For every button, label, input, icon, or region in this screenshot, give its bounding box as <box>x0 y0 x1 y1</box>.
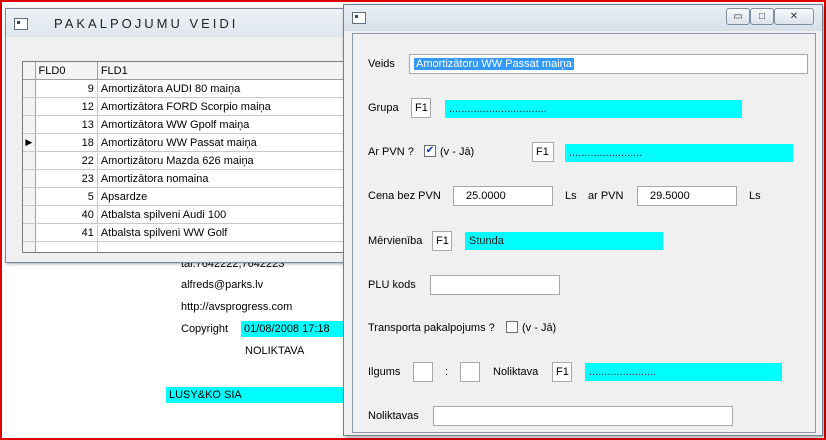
cell-name[interactable]: Apsardze <box>97 187 357 206</box>
row-indicator <box>23 115 36 134</box>
ar-pvn-lookup[interactable]: ........................ <box>565 144 793 162</box>
cell-name[interactable]: Amortizātoru Mazda 626 maiņa <box>97 151 357 170</box>
plu-label: PLU kods <box>368 279 416 291</box>
table-row[interactable]: 41 Atbalsta spilveni WW Golf <box>23 223 357 242</box>
minimize-button[interactable]: ▭ <box>726 8 750 25</box>
table-row[interactable]: 9 Amortizātora AUDI 80 maiņa <box>23 79 357 98</box>
veids-value: Amortizātoru WW Passat maiņa <box>414 58 574 70</box>
cell-id[interactable]: 22 <box>35 151 98 170</box>
ar-pvn-checkbox[interactable]: ✔ <box>424 145 436 157</box>
copyright-date: 01/08/2008 17:18 <box>241 321 346 337</box>
noliktavas-input[interactable] <box>433 406 733 426</box>
copyright-label: Copyright <box>181 323 229 335</box>
currency-label-2: Ls <box>749 190 761 202</box>
cell-id[interactable]: 5 <box>35 187 98 206</box>
cell-id[interactable]: 13 <box>35 115 98 134</box>
warehouse-text: NOLIKTAVA <box>245 345 305 357</box>
service-edit-window: ▭ □ ✕ Veids Amortizātoru WW Passat maiņa… <box>343 4 823 436</box>
grupa-label: Grupa <box>368 102 399 114</box>
table-row[interactable]: 40 Atbalsta spilveni Audi 100 <box>23 205 357 224</box>
row-indicator <box>23 223 36 242</box>
cell-name[interactable]: Amortizātora nomaina <box>97 169 357 188</box>
ilgums-hours-input[interactable] <box>413 362 433 382</box>
noliktava-key-field[interactable]: F1 <box>552 362 572 382</box>
services-grid[interactable]: FLD0 FLD1 9 Amortizātora AUDI 80 maiņa 12… <box>22 61 358 253</box>
grupa-key-field[interactable]: F1 <box>411 98 431 118</box>
ilgums-separator: : <box>445 366 449 378</box>
transport-checkbox[interactable] <box>506 321 518 333</box>
grid-indicator-header <box>23 62 36 80</box>
url-text: http://avsprogress.com <box>181 301 293 313</box>
cell-name[interactable]: Amortizātora WW Gpolf maiņa <box>97 115 357 134</box>
cell-id[interactable]: 23 <box>35 169 98 188</box>
current-row-arrow-icon: ▶ <box>23 133 36 152</box>
noliktava-lookup[interactable]: ...................... <box>585 363 782 381</box>
ar-pvn-price-label: ar PVN <box>588 190 624 202</box>
company-field: LUSY&KO SIA <box>166 387 343 403</box>
table-row-current[interactable]: ▶ 18 Amortizātoru WW Passat maiņa <box>23 133 357 152</box>
cell-id[interactable]: 18 <box>35 133 98 152</box>
email-text: alfreds@parks.lv <box>181 279 264 291</box>
grupa-lookup[interactable]: ................................ <box>445 100 742 118</box>
mervieniba-label: Mērvienība <box>368 235 423 247</box>
column-header-fld1[interactable]: FLD1 <box>97 62 357 80</box>
row-indicator <box>23 205 36 224</box>
row-indicator <box>23 79 36 98</box>
window-title: PAKALPOJUMU VEIDI <box>54 16 239 31</box>
services-list-window: PAKALPOJUMU VEIDI FLD0 FLD1 9 Amortizātor… <box>5 8 358 263</box>
cell-id[interactable]: 12 <box>35 97 98 116</box>
cell-name[interactable]: Amortizātora FORD Scorpio maiņa <box>97 97 357 116</box>
mervieniba-lookup[interactable]: Stunda <box>465 232 663 250</box>
row-indicator <box>23 169 36 188</box>
window-icon[interactable] <box>14 18 28 30</box>
window-icon[interactable] <box>352 12 366 24</box>
row-indicator <box>23 97 36 116</box>
cell-name[interactable]: Atbalsta spilveni Audi 100 <box>97 205 357 224</box>
table-row[interactable]: 23 Amortizātora nomaina <box>23 169 357 188</box>
plu-input[interactable] <box>430 275 560 295</box>
table-row[interactable]: 13 Amortizātora WW Gpolf maiņa <box>23 115 357 134</box>
cell-id[interactable]: 40 <box>35 205 98 224</box>
table-row[interactable]: 5 Apsardze <box>23 187 357 206</box>
column-header-fld0[interactable]: FLD0 <box>35 62 98 80</box>
cell-name[interactable]: Amortizātora AUDI 80 maiņa <box>97 79 357 98</box>
cell-id[interactable]: 9 <box>35 79 98 98</box>
veids-label: Veids <box>368 58 395 70</box>
ar-pvn-price-input[interactable]: 29.5000 <box>637 186 737 206</box>
ilgums-minutes-input[interactable] <box>460 362 480 382</box>
transport-hint: (v - Jā) <box>522 322 557 334</box>
ar-pvn-label: Ar PVN ? <box>368 146 414 158</box>
cell-id[interactable]: 41 <box>35 223 98 242</box>
table-row[interactable]: 22 Amortizātoru Mazda 626 maiņa <box>23 151 357 170</box>
title-bar: ▭ □ ✕ <box>344 5 822 31</box>
cena-bez-pvn-input[interactable]: 25.0000 <box>453 186 553 206</box>
ar-pvn-key-field[interactable]: F1 <box>532 142 554 162</box>
table-row[interactable]: 12 Amortizātora FORD Scorpio maiņa <box>23 97 357 116</box>
cell-name[interactable]: Atbalsta spilveni WW Golf <box>97 223 357 242</box>
noliktavas-label: Noliktavas <box>368 410 419 422</box>
row-indicator <box>23 151 36 170</box>
cena-bez-pvn-label: Cena bez PVN <box>368 190 441 202</box>
mervieniba-key-field[interactable]: F1 <box>432 231 452 251</box>
form-area: Veids Amortizātoru WW Passat maiņa Grupa… <box>352 33 816 433</box>
veids-input[interactable]: Amortizātoru WW Passat maiņa <box>409 54 808 74</box>
cell-name[interactable]: Amortizātoru WW Passat maiņa <box>97 133 357 152</box>
noliktava-label: Noliktava <box>493 366 539 378</box>
ilgums-label: Ilgums <box>368 366 401 378</box>
transport-label: Transporta pakalpojums ? <box>368 322 495 334</box>
currency-label-1: Ls <box>565 190 577 202</box>
maximize-button[interactable]: □ <box>750 8 774 25</box>
row-indicator <box>23 187 36 206</box>
ar-pvn-hint: (v - Jā) <box>440 146 475 158</box>
close-button[interactable]: ✕ <box>774 8 814 25</box>
title-bar: PAKALPOJUMU VEIDI <box>6 9 356 37</box>
